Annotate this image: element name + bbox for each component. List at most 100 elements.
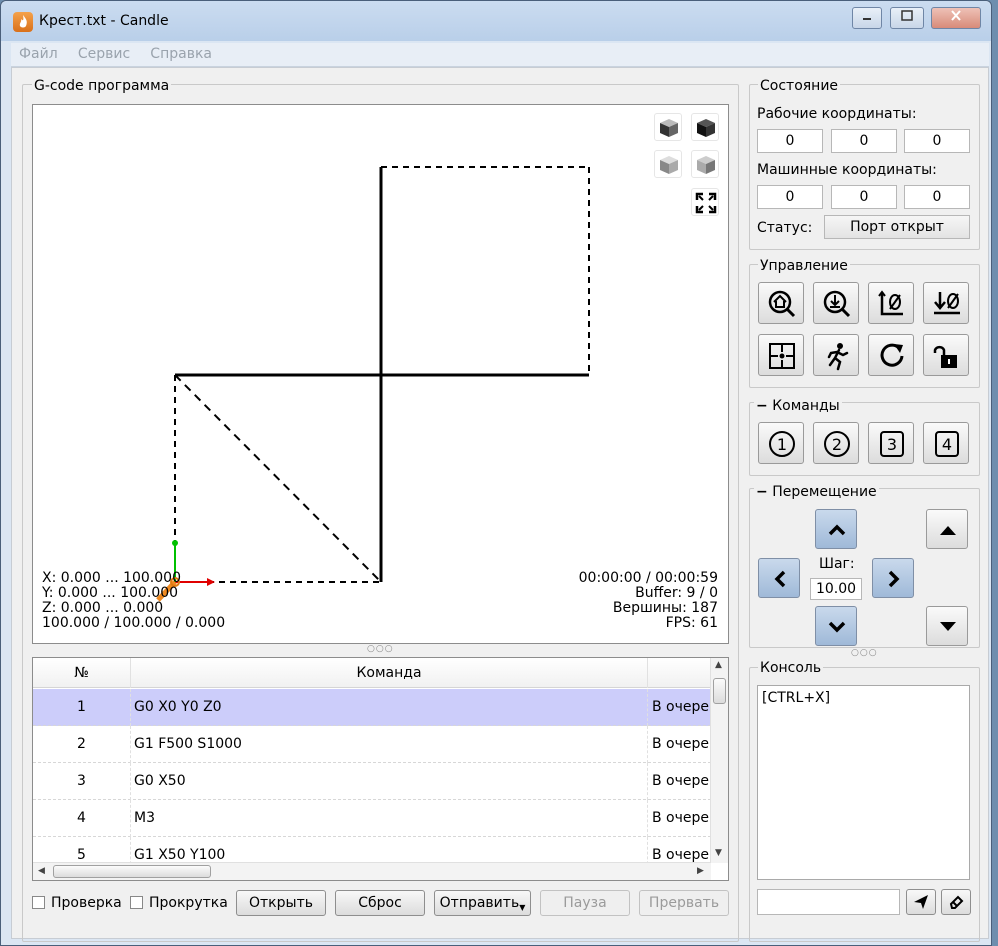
view-top-button[interactable] bbox=[691, 113, 719, 141]
work-y-field: 0 bbox=[831, 129, 897, 153]
step-input[interactable]: 10.00 bbox=[810, 578, 862, 600]
view-fit-button[interactable] bbox=[691, 188, 719, 216]
console-send-button[interactable] bbox=[906, 889, 936, 915]
jog-y-plus-button[interactable] bbox=[815, 509, 857, 549]
cube-iso-icon bbox=[660, 119, 678, 137]
view-iso-button[interactable] bbox=[654, 113, 682, 141]
checkbox-box[interactable] bbox=[32, 896, 45, 909]
chevron-down-icon bbox=[828, 621, 846, 633]
send-icon bbox=[914, 895, 928, 909]
collapse-icon[interactable]: − bbox=[756, 398, 768, 414]
unlock-button[interactable] bbox=[923, 334, 969, 376]
bounds-z: Z: 0.000 ... 0.000 bbox=[42, 600, 164, 616]
work-x-field: 0 bbox=[757, 129, 823, 153]
user-command-3-button[interactable]: 3 bbox=[868, 422, 914, 464]
probe-button[interactable] bbox=[813, 282, 859, 324]
maximize-icon bbox=[901, 10, 913, 21]
jog-x-minus-button[interactable] bbox=[758, 558, 800, 598]
buffer-info: Buffer: 9 / 0 bbox=[635, 585, 718, 601]
scroll-right-arrow-icon[interactable]: ▶ bbox=[697, 866, 704, 876]
check-mode-checkbox[interactable]: Проверка bbox=[32, 895, 122, 911]
reset-button[interactable]: Сброс bbox=[335, 890, 425, 916]
jog-x-plus-button[interactable] bbox=[872, 558, 914, 598]
horizontal-scroll-thumb[interactable] bbox=[53, 865, 211, 878]
user-command-4-button[interactable]: 4 bbox=[923, 422, 969, 464]
maximize-button[interactable] bbox=[890, 7, 924, 29]
send-button[interactable]: Отправить▼ bbox=[434, 890, 531, 916]
close-icon bbox=[951, 10, 961, 21]
program-table[interactable]: № Команда 1 G0 X0 Y0 Z0 В очере, 2 G1 F5… bbox=[32, 657, 729, 881]
table-header: № Команда bbox=[33, 658, 711, 688]
circled-number-icon: 1 bbox=[769, 431, 795, 457]
close-button[interactable] bbox=[931, 7, 981, 29]
vertical-scroll-thumb[interactable] bbox=[713, 678, 726, 704]
machine-coords-label: Машинные координаты: bbox=[757, 162, 937, 178]
boxed-number-icon: 3 bbox=[880, 431, 904, 457]
menu-service[interactable]: Сервис bbox=[70, 43, 138, 65]
table-row[interactable]: 2 G1 F500 S1000 В очере, bbox=[33, 726, 711, 763]
fps-info: FPS: 61 bbox=[665, 615, 718, 631]
title-bar[interactable]: Крест.txt - Candle bbox=[1, 1, 991, 41]
user-command-1-button[interactable]: 1 bbox=[758, 422, 804, 464]
autoscroll-label: Прокрутка bbox=[149, 895, 228, 911]
zero-z-button[interactable] bbox=[923, 282, 969, 324]
zero-xy-icon bbox=[878, 290, 903, 316]
menu-file[interactable]: Файл bbox=[11, 43, 66, 65]
home-button[interactable] bbox=[758, 282, 804, 324]
table-row[interactable]: 3 G0 X50 В очере, bbox=[33, 763, 711, 800]
column-number[interactable]: № bbox=[33, 658, 131, 688]
jog-z-plus-button[interactable] bbox=[926, 509, 968, 549]
table-row[interactable]: 5 G1 X50 Y100 В очере, bbox=[33, 837, 711, 863]
command-1-text: 1 bbox=[777, 435, 787, 454]
eraser-icon bbox=[949, 895, 964, 909]
probe-search-icon bbox=[823, 290, 851, 318]
menu-help[interactable]: Справка bbox=[142, 43, 220, 65]
restore-origin-button[interactable] bbox=[758, 334, 804, 376]
control-group-title: Управление bbox=[758, 258, 850, 274]
row-command: G0 X50 bbox=[131, 763, 648, 800]
state-group-title: Состояние bbox=[758, 78, 841, 94]
collapse-icon[interactable]: − bbox=[756, 484, 768, 500]
abort-button[interactable]: Прервать bbox=[639, 890, 729, 916]
view-front-button[interactable] bbox=[654, 150, 682, 178]
table-row[interactable]: 1 G0 X0 Y0 Z0 В очере, bbox=[33, 689, 711, 726]
safe-position-button[interactable] bbox=[813, 334, 859, 376]
zero-z-icon bbox=[934, 292, 960, 315]
vertical-splitter-handle[interactable]: ○○○ bbox=[367, 644, 394, 654]
scroll-up-arrow-icon[interactable]: ▲ bbox=[715, 660, 722, 670]
jog-y-minus-button[interactable] bbox=[815, 606, 857, 646]
row-command: G0 X0 Y0 Z0 bbox=[131, 689, 648, 726]
send-label: Отправить bbox=[439, 895, 520, 911]
soft-reset-button[interactable] bbox=[868, 334, 914, 376]
table-vertical-scrollbar[interactable]: ▲ ▼ bbox=[710, 658, 728, 863]
zero-xy-button[interactable] bbox=[868, 282, 914, 324]
scroll-left-arrow-icon[interactable]: ◀ bbox=[38, 866, 45, 876]
dropdown-arrow-icon: ▼ bbox=[519, 903, 526, 912]
column-command[interactable]: Команда bbox=[131, 658, 648, 688]
checkbox-box[interactable] bbox=[130, 896, 143, 909]
vertices-info: Вершины: 187 bbox=[612, 600, 718, 616]
jog-z-minus-button[interactable] bbox=[926, 606, 968, 646]
pause-button[interactable]: Пауза bbox=[540, 890, 630, 916]
table-horizontal-scrollbar[interactable]: ◀ ▶ bbox=[33, 862, 711, 880]
table-row[interactable]: 4 M3 В очере, bbox=[33, 800, 711, 837]
command-3-text: 3 bbox=[887, 435, 897, 454]
view-left-button[interactable] bbox=[691, 150, 719, 178]
commands-group-title[interactable]: − Команды bbox=[754, 398, 842, 414]
scroll-down-arrow-icon[interactable]: ▼ bbox=[715, 848, 722, 858]
user-command-2-button[interactable]: 2 bbox=[813, 422, 859, 464]
console-input[interactable] bbox=[757, 889, 900, 915]
console-clear-button[interactable] bbox=[941, 889, 971, 915]
column-state[interactable] bbox=[648, 658, 711, 688]
triangle-down-icon bbox=[940, 622, 956, 631]
jog-group-title[interactable]: − Перемещение bbox=[754, 484, 879, 500]
minimize-button[interactable] bbox=[852, 7, 882, 29]
console-output[interactable]: [CTRL+X] bbox=[757, 685, 970, 880]
right-splitter-handle[interactable]: ○○○ bbox=[851, 648, 878, 658]
row-number: 5 bbox=[33, 837, 131, 862]
app-window: Крест.txt - Candle Файл Сервис Справка G… bbox=[0, 0, 992, 946]
autoscroll-checkbox[interactable]: Прокрутка bbox=[130, 895, 228, 911]
open-button[interactable]: Открыть bbox=[236, 890, 326, 916]
gcode-visualizer[interactable]: X: 0.000 ... 100.000 Y: 0.000 ... 100.000… bbox=[32, 104, 729, 644]
work-coords-label: Рабочие координаты: bbox=[757, 106, 917, 122]
